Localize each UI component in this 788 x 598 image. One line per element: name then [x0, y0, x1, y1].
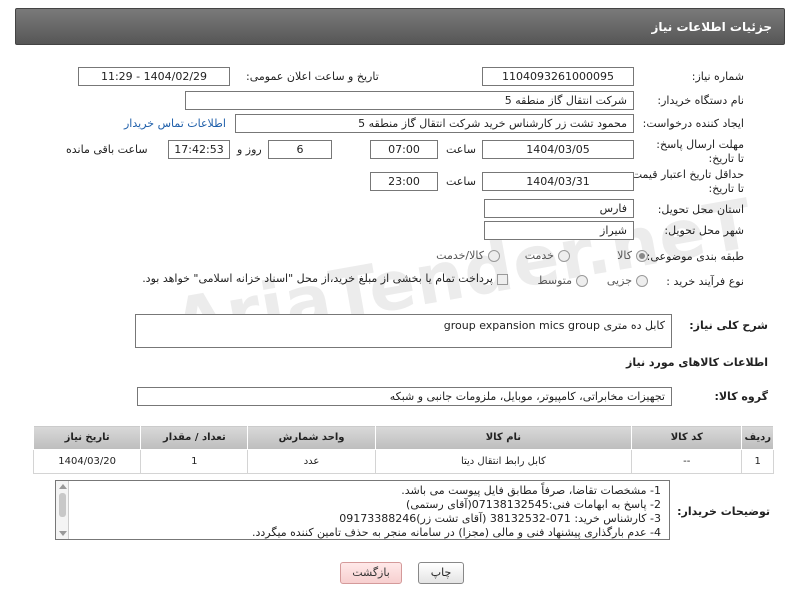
- scroll-up-arrow-icon[interactable]: [59, 484, 67, 489]
- price-time-field: 23:00: [370, 172, 438, 191]
- price-validity-label: حداقل تاریخ اعتبار قیمت: تا تاریخ:: [628, 168, 744, 195]
- cell-code: --: [631, 449, 743, 474]
- goods-table: ردیف کد کالا نام کالا واحد شمارش تعداد /…: [32, 425, 774, 474]
- radio-icon: [488, 250, 500, 262]
- requester-field: محمود تشت زر کارشناس خرید شرکت انتقال گا…: [235, 114, 634, 133]
- page-title: جزئیات اطلاعات نیاز: [651, 20, 772, 34]
- days-label: روز و: [237, 143, 262, 156]
- cell-name: کابل رابط انتقال دیتا: [374, 449, 633, 474]
- buyer-note-line: 2- پاسخ به ابهامات فنی:07138132545(آقای …: [406, 498, 661, 511]
- requester-label: ایجاد کننده درخواست:: [642, 117, 744, 130]
- scroll-thumb[interactable]: [59, 493, 66, 517]
- buyer-org-field: شرکت انتقال گاز منطقه 5: [185, 91, 634, 110]
- goods-section-title: اطلاعات کالاهای مورد نیاز: [626, 356, 768, 369]
- reply-date-field: 1404/03/05: [482, 140, 634, 159]
- page-header: جزئیات اطلاعات نیاز: [15, 8, 785, 45]
- scroll-down-arrow-icon[interactable]: [59, 531, 67, 536]
- buyer-note-line: 4- عدم بارگذاری پیشنهاد فنی و مالی (مجزا…: [252, 526, 661, 539]
- days-remaining-field: 6: [268, 140, 332, 159]
- back-button[interactable]: بازگشت: [340, 562, 402, 584]
- description-text: کابل ده متری group expansion mics group: [443, 319, 665, 332]
- radio-icon: [558, 250, 570, 262]
- city-field: شیراز: [484, 221, 634, 240]
- remaining-time-label: ساعت باقی مانده: [66, 143, 148, 156]
- process-option-medium[interactable]: متوسط: [537, 274, 588, 287]
- radio-selected-icon: [636, 250, 648, 262]
- category-label: طبقه بندی موضوعی:: [646, 250, 744, 263]
- col-row: ردیف: [741, 425, 774, 450]
- remaining-time-field: 17:42:53: [168, 140, 230, 159]
- buyer-note-line: 3- کارشناس خرید: 071-38132532 (آقای تشت …: [339, 512, 661, 525]
- col-unit: واحد شمارش: [247, 425, 376, 450]
- payment-treasury-checkbox[interactable]: پرداخت تمام یا بخشی از مبلغ خرید،از محل …: [142, 272, 508, 285]
- process-type-label: نوع فرآیند خرید :: [666, 275, 744, 288]
- buyer-notes-box[interactable]: 1- مشخصات تقاضا، صرفاً مطابق فایل پیوست …: [55, 480, 670, 540]
- buyer-contact-link[interactable]: اطلاعات تماس خریدار: [124, 117, 226, 130]
- table-header-row: ردیف کد کالا نام کالا واحد شمارش تعداد /…: [32, 425, 774, 450]
- col-quantity: تعداد / مقدار: [140, 425, 249, 450]
- cell-quantity: 1: [140, 449, 249, 474]
- process-option-minor[interactable]: جزیی: [607, 274, 648, 287]
- reply-time-label: ساعت: [446, 143, 476, 156]
- category-option-goods-service[interactable]: کالا/خدمت: [436, 249, 500, 262]
- announce-datetime-field: 1404/02/29 - 11:29: [78, 67, 230, 86]
- city-label: شهر محل تحویل:: [664, 224, 744, 237]
- goods-group-field: تجهیزات مخابراتی، کامپیوتر، موبایل، ملزو…: [137, 387, 672, 406]
- reply-time-field: 07:00: [370, 140, 438, 159]
- reply-deadline-label: مهلت ارسال پاسخ: تا تاریخ:: [656, 138, 744, 165]
- need-number-field: 1104093261000095: [482, 67, 634, 86]
- notes-scrollbar[interactable]: [56, 481, 69, 539]
- buyer-org-label: نام دستگاه خریدار:: [657, 94, 744, 107]
- province-field: فارس: [484, 199, 634, 218]
- category-option-goods[interactable]: کالا: [617, 249, 648, 262]
- announce-datetime-label: تاریخ و ساعت اعلان عمومی:: [246, 70, 379, 83]
- goods-group-label: گروه کالا:: [714, 390, 768, 403]
- cell-row: 1: [741, 449, 774, 474]
- buyer-note-line: 1- مشخصات تقاضا، صرفاً مطابق فایل پیوست …: [401, 484, 661, 497]
- price-date-field: 1404/03/31: [482, 172, 634, 191]
- col-need-date: تاریخ نیاز: [32, 425, 142, 450]
- category-option-service[interactable]: خدمت: [525, 249, 570, 262]
- col-code: کد کالا: [631, 425, 743, 450]
- price-time-label: ساعت: [446, 175, 476, 188]
- buyer-notes-label: توضیحات خریدار:: [677, 505, 770, 518]
- cell-unit: عدد: [247, 449, 376, 474]
- table-row[interactable]: 1 -- کابل رابط انتقال دیتا عدد 1 1404/03…: [32, 449, 774, 474]
- need-number-label: شماره نیاز:: [691, 70, 744, 83]
- description-label: شرح کلی نیاز:: [689, 319, 768, 332]
- radio-icon: [576, 275, 588, 287]
- col-name: نام کالا: [374, 425, 633, 450]
- description-field: کابل ده متری group expansion mics group: [135, 314, 672, 348]
- province-label: استان محل تحویل:: [657, 203, 744, 216]
- cell-need-date: 1404/03/20: [32, 449, 142, 474]
- checkbox-icon: [497, 273, 508, 285]
- print-button[interactable]: چاپ: [418, 562, 464, 584]
- radio-icon: [636, 275, 648, 287]
